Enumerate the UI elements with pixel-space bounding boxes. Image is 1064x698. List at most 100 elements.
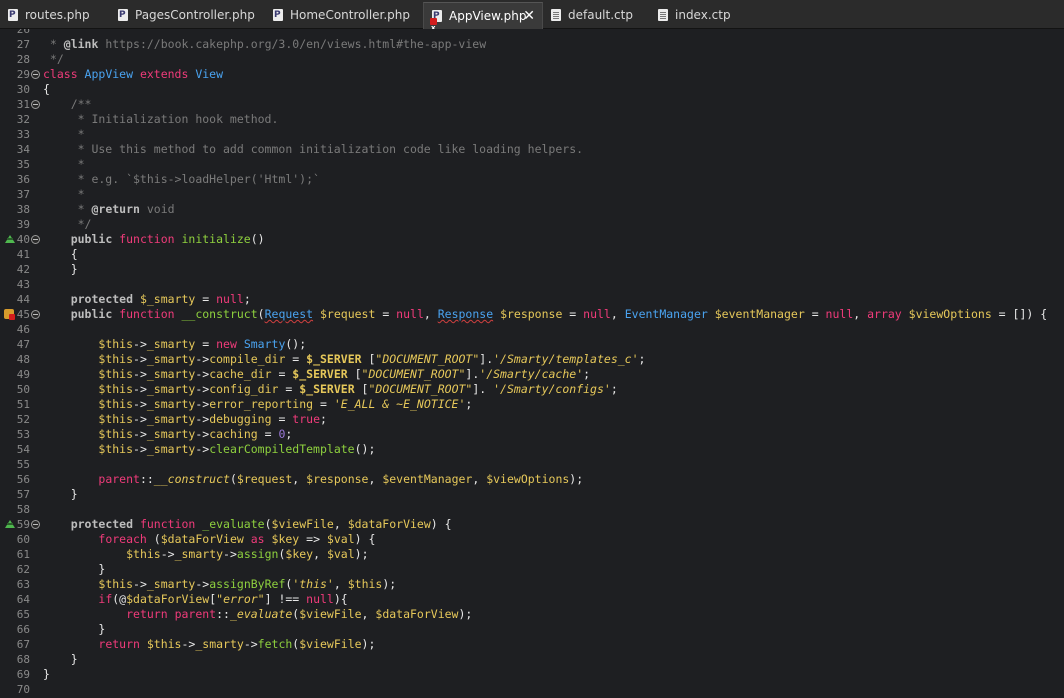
tab-pagescontroller-php[interactable]: PagesController.php	[110, 3, 255, 28]
php-file-icon	[118, 9, 128, 21]
code-token: =	[271, 412, 293, 426]
code-line[interactable]: 62 }	[0, 562, 1064, 577]
code-line[interactable]: 60 foreach ($dataForView as $key => $val…	[0, 532, 1064, 547]
code-line[interactable]: 35 *	[0, 157, 1064, 172]
code-line[interactable]: 65 return parent::_evaluate($viewFile, $…	[0, 607, 1064, 622]
tab-routes-php[interactable]: routes.php	[0, 3, 100, 28]
fold-toggle-icon[interactable]	[31, 100, 40, 109]
code-token: $viewFile	[299, 637, 362, 651]
code-token: ->	[195, 442, 210, 456]
code-token: function	[139, 517, 203, 531]
line-number: 55	[16, 458, 30, 471]
code-line[interactable]: 31 /**	[0, 97, 1064, 112]
code-line[interactable]: 30 {	[0, 82, 1064, 97]
tab-index-ctp[interactable]: index.ctp	[650, 3, 750, 28]
code-line[interactable]: 27 * @link https://book.cakephp.org/3.0/…	[0, 37, 1064, 52]
code-line[interactable]: 64 if(@$dataForView["error"] !== null){	[0, 592, 1064, 607]
line-number: 52	[16, 413, 30, 426]
code-token: $this	[98, 397, 134, 411]
line-number: 48	[16, 353, 30, 366]
code-token: [	[347, 367, 362, 381]
code-line[interactable]: 55	[0, 457, 1064, 472]
code-token: $_SERVER	[299, 382, 355, 396]
code-line[interactable]: 37 *	[0, 187, 1064, 202]
line-number: 38	[16, 203, 30, 216]
line-number: 41	[16, 248, 30, 261]
code-token: Smarty	[243, 337, 286, 351]
fold-toggle-icon[interactable]	[31, 70, 40, 79]
code-token: protected	[70, 517, 140, 531]
code-line[interactable]: 53 $this->_smarty->caching = 0;	[0, 427, 1064, 442]
code-line[interactable]: 63 $this->_smarty->assignByRef('this', $…	[0, 577, 1064, 592]
code-line[interactable]: 56 parent::__construct($request, $respon…	[0, 472, 1064, 487]
code-line[interactable]: 44 protected $_smarty = null;	[0, 292, 1064, 307]
code-line[interactable]: 67 return $this->_smarty->fetch($viewFil…	[0, 637, 1064, 652]
code-token: }	[43, 262, 78, 276]
code-line[interactable]: 49 $this->_smarty->cache_dir = $_SERVER …	[0, 367, 1064, 382]
tab-homecontroller-php[interactable]: HomeController.php	[265, 3, 410, 28]
fold-toggle-icon[interactable]	[31, 235, 40, 244]
code-token: assignByRef	[209, 577, 286, 591]
code-token: public	[70, 307, 120, 321]
code-token: as	[243, 532, 272, 546]
code-token: ,	[333, 577, 348, 591]
code-token: _smarty	[146, 412, 196, 426]
code-text: }	[43, 667, 50, 682]
code-line[interactable]: 33 *	[0, 127, 1064, 142]
code-line[interactable]: 46	[0, 322, 1064, 337]
code-line[interactable]: 43	[0, 277, 1064, 292]
code-line[interactable]: 42 }	[0, 262, 1064, 277]
close-tab-icon[interactable]: ✕	[523, 3, 535, 29]
code-text: $this->_smarty->assignByRef('this', $thi…	[43, 577, 396, 592]
tab-default-ctp[interactable]: default.ctp	[543, 3, 643, 28]
code-token: clearCompiledTemplate	[209, 442, 355, 456]
code-line[interactable]: 41 {	[0, 247, 1064, 262]
code-line[interactable]: 47 $this->_smarty = new Smarty();	[0, 337, 1064, 352]
code-line[interactable]: 48 $this->_smarty->compile_dir = $_SERVE…	[0, 352, 1064, 367]
code-line[interactable]: 29 class AppView extends View	[0, 67, 1064, 82]
code-token: $this	[98, 442, 134, 456]
code-line[interactable]: 69}	[0, 667, 1064, 682]
code-line[interactable]: 54 $this->_smarty->clearCompiledTemplate…	[0, 442, 1064, 457]
code-line[interactable]: 45 public function __construct(Request $…	[0, 307, 1064, 322]
code-line[interactable]: 26	[0, 29, 1064, 37]
code-token: "DOCUMENT_ROOT"	[368, 382, 473, 396]
code-text: $this->_smarty = new Smarty();	[43, 337, 306, 352]
code-token: ::	[216, 607, 230, 621]
code-token: compile_dir	[209, 352, 286, 366]
code-line[interactable]: 66 }	[0, 622, 1064, 637]
tab-appview-php[interactable]: AppView.php✕	[423, 2, 543, 41]
code-token: ;	[638, 352, 646, 366]
code-token: ,	[472, 472, 487, 486]
code-line[interactable]: 58	[0, 502, 1064, 517]
code-line[interactable]: 28 */	[0, 52, 1064, 67]
code-line[interactable]: 61 $this->_smarty->assign($key, $val);	[0, 547, 1064, 562]
code-line[interactable]: 36 * e.g. `$this->loadHelper('Html');`	[0, 172, 1064, 187]
code-text: return parent::_evaluate($viewFile, $dat…	[43, 607, 472, 622]
code-line[interactable]: 32 * Initialization hook method.	[0, 112, 1064, 127]
code-line[interactable]: 70	[0, 682, 1064, 697]
code-line[interactable]: 68 }	[0, 652, 1064, 667]
code-line[interactable]: 39 */	[0, 217, 1064, 232]
code-token: void	[139, 202, 175, 216]
code-text: $this->_smarty->caching = 0;	[43, 427, 292, 442]
code-line[interactable]: 50 $this->_smarty->config_dir = $_SERVER…	[0, 382, 1064, 397]
code-token: $dataForView	[126, 592, 210, 606]
code-line[interactable]: 40 public function initialize()	[0, 232, 1064, 247]
code-token: array	[867, 307, 909, 321]
code-token: $request	[320, 307, 376, 321]
fold-toggle-icon[interactable]	[31, 520, 40, 529]
code-token: cache_dir	[209, 367, 272, 381]
code-line[interactable]: 34 * Use this method to add common initi…	[0, 142, 1064, 157]
code-editor[interactable]: 26 27 * @link https://book.cakephp.org/3.…	[0, 29, 1064, 698]
code-line[interactable]: 59 protected function _evaluate($viewFil…	[0, 517, 1064, 532]
line-number: 42	[16, 263, 30, 276]
code-line[interactable]: 38 * @return void	[0, 202, 1064, 217]
code-line[interactable]: 57 }	[0, 487, 1064, 502]
code-line[interactable]: 51 $this->_smarty->error_reporting = 'E_…	[0, 397, 1064, 412]
fold-toggle-icon[interactable]	[31, 310, 40, 319]
code-token: ,	[610, 307, 625, 321]
code-line[interactable]: 52 $this->_smarty->debugging = true;	[0, 412, 1064, 427]
